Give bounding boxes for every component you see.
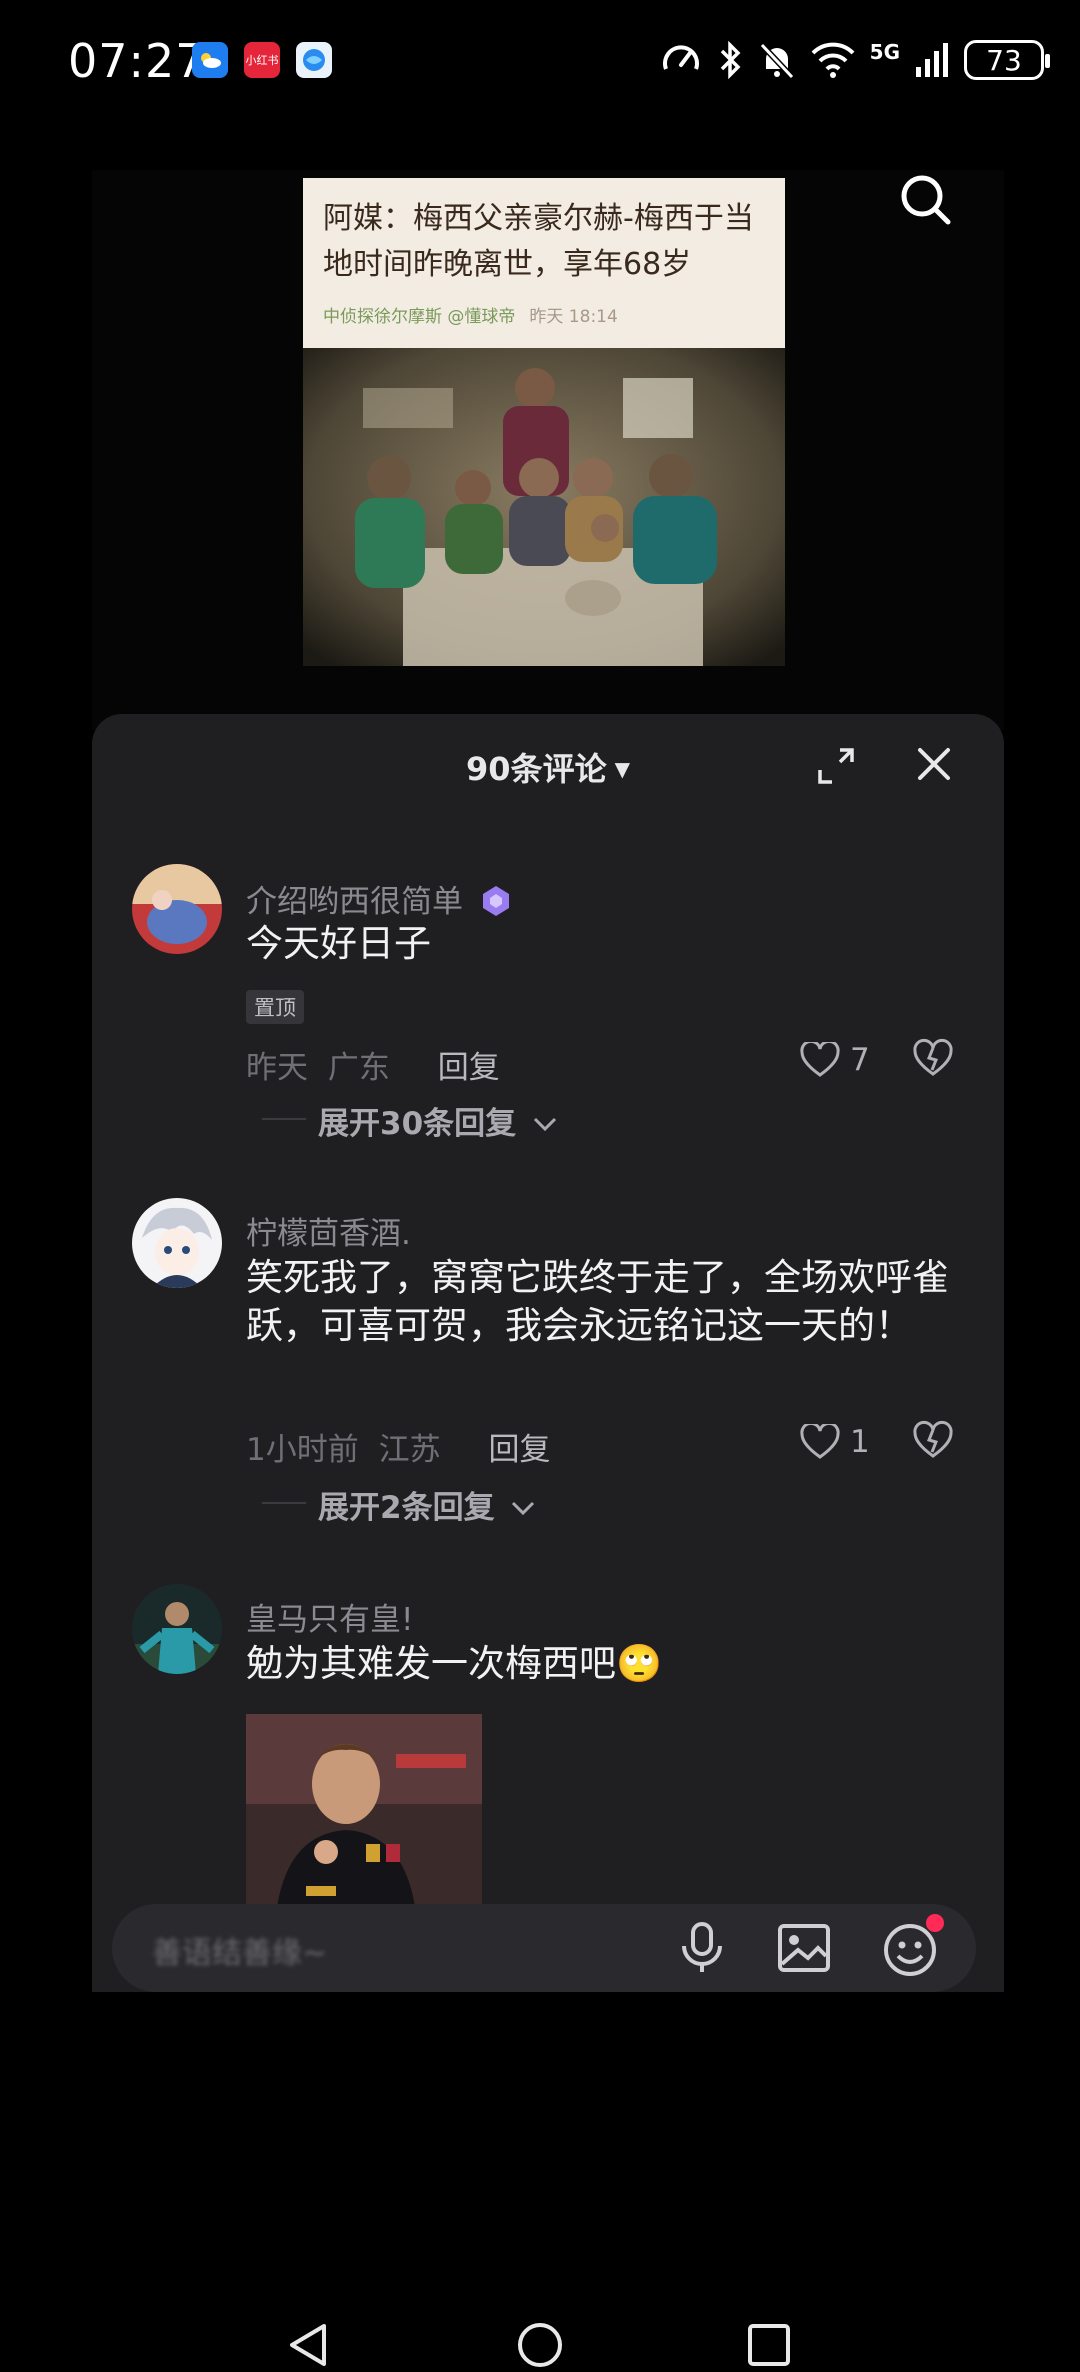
heart-icon — [800, 1424, 840, 1459]
bluetooth-icon — [720, 40, 741, 80]
comment-item: 皇马只有皇! 勉为其难发一次梅西吧🙄 — [92, 1584, 1004, 1914]
avatar[interactable] — [132, 1198, 222, 1288]
comment-time: 昨天 — [246, 1050, 308, 1086]
microphone-icon[interactable] — [672, 1918, 732, 1978]
comment-panel: 90条评论 ▼ 介绍哟西很简单 今天好日子 置顶 昨天 广东 回复 7 展开30… — [92, 714, 1004, 1992]
recents-icon[interactable] — [744, 2320, 794, 2370]
expand-icon[interactable] — [816, 746, 856, 786]
image-icon[interactable] — [774, 1918, 834, 1978]
comment-text: 笑死我了，窝窝它跌终于走了，全场欢呼雀跃，可喜可贺，我会永远铭记这一天的！ — [246, 1256, 949, 1347]
comment-count: 90条评论 — [466, 750, 607, 788]
expand-label: 展开30条回复 — [318, 1106, 517, 1142]
navigation-bar — [0, 2296, 1080, 2372]
reply-button[interactable]: 回复 — [488, 1432, 550, 1468]
status-icons: 5G 73 — [660, 30, 1050, 90]
chevron-down-icon — [533, 1117, 556, 1132]
broken-heart-icon[interactable] — [912, 1420, 954, 1462]
caret-down-icon: ▼ — [614, 757, 630, 781]
badge-icon — [482, 886, 509, 916]
network-type: 5G — [869, 40, 900, 64]
like-button[interactable]: 1 — [800, 1424, 870, 1460]
notification-dot — [926, 1914, 944, 1932]
eye-roll-emoji: 🙄 — [616, 1642, 663, 1685]
comment-text: 今天好日子 — [246, 922, 431, 965]
comment-username[interactable]: 皇马只有皇! — [246, 1594, 413, 1639]
comment-meta: 昨天 广东 回复 — [246, 1042, 500, 1087]
comment-time: 1小时前 — [246, 1432, 359, 1468]
browser-app-icon — [296, 42, 332, 78]
status-bar: 07:27 小红书 5G 73 — [0, 0, 1080, 120]
expand-replies-button[interactable]: 展开30条回复 — [318, 1098, 559, 1143]
like-button[interactable]: 7 — [800, 1042, 870, 1078]
news-card: 阿媒：梅西父亲豪尔赫-梅西于当地时间昨晚离世，享年68岁 中侦探徐尔摩斯 @懂球… — [303, 178, 785, 666]
comment-count-title[interactable]: 90条评论 ▼ — [92, 744, 1004, 790]
expand-label: 展开2条回复 — [318, 1490, 495, 1526]
avatar[interactable] — [132, 864, 222, 954]
comment-username[interactable]: 介绍哟西很简单 — [246, 876, 513, 921]
comment-location: 江苏 — [378, 1432, 441, 1468]
news-time: 昨天 18:14 — [529, 307, 618, 327]
comment-location: 广东 — [327, 1050, 390, 1086]
back-icon[interactable] — [284, 2320, 334, 2370]
avatar[interactable] — [132, 1584, 222, 1674]
like-count: 7 — [850, 1042, 870, 1078]
comment-item: 介绍哟西很简单 今天好日子 置顶 昨天 广东 回复 7 — [92, 864, 1004, 1134]
wifi-icon — [811, 42, 855, 78]
comment-text-body: 勉为其难发一次梅西吧 — [246, 1642, 616, 1685]
close-icon[interactable] — [912, 742, 956, 786]
input-placeholder: 善语结善缘~ — [152, 1936, 328, 1971]
comment-item: 柠檬茴香酒. 笑死我了，窝窝它跌终于走了，全场欢呼雀跃，可喜可贺，我会永远铭记这… — [92, 1198, 1004, 1498]
comment-username[interactable]: 柠檬茴香酒. — [246, 1208, 411, 1253]
status-time: 07:27 — [68, 34, 206, 88]
username-text: 介绍哟西很简单 — [246, 884, 463, 920]
divider — [262, 1502, 306, 1504]
speed-icon — [662, 45, 699, 70]
chevron-down-icon — [512, 1501, 535, 1516]
signal-icon — [916, 43, 948, 77]
pinned-tag: 置顶 — [246, 990, 304, 1024]
like-count: 1 — [850, 1424, 870, 1460]
weather-app-icon — [192, 42, 228, 78]
divider — [262, 1118, 306, 1120]
heart-icon — [800, 1042, 840, 1077]
search-icon[interactable] — [896, 170, 956, 230]
comment-image[interactable] — [246, 1714, 482, 1914]
comment-input[interactable]: 善语结善缘~ — [112, 1904, 976, 1992]
mute-bell-icon — [759, 42, 794, 80]
broken-heart-icon[interactable] — [912, 1038, 954, 1080]
reply-button[interactable]: 回复 — [438, 1050, 500, 1086]
battery-level: 73 — [986, 43, 1022, 77]
home-icon[interactable] — [515, 2320, 565, 2370]
news-headline: 阿媒：梅西父亲豪尔赫-梅西于当地时间昨晚离世，享年68岁 — [323, 201, 754, 282]
family-photo — [303, 348, 785, 666]
news-author: 中侦探徐尔摩斯 @懂球帝 — [323, 307, 516, 327]
news-meta: 中侦探徐尔摩斯 @懂球帝 昨天 18:14 — [323, 302, 618, 327]
expand-replies-button[interactable]: 展开2条回复 — [318, 1482, 537, 1527]
battery-indicator: 73 — [964, 40, 1050, 80]
xiaohongshu-app-icon: 小红书 — [244, 42, 280, 78]
comment-meta: 1小时前 江苏 回复 — [246, 1424, 550, 1469]
comment-text: 勉为其难发一次梅西吧🙄 — [246, 1640, 966, 1688]
